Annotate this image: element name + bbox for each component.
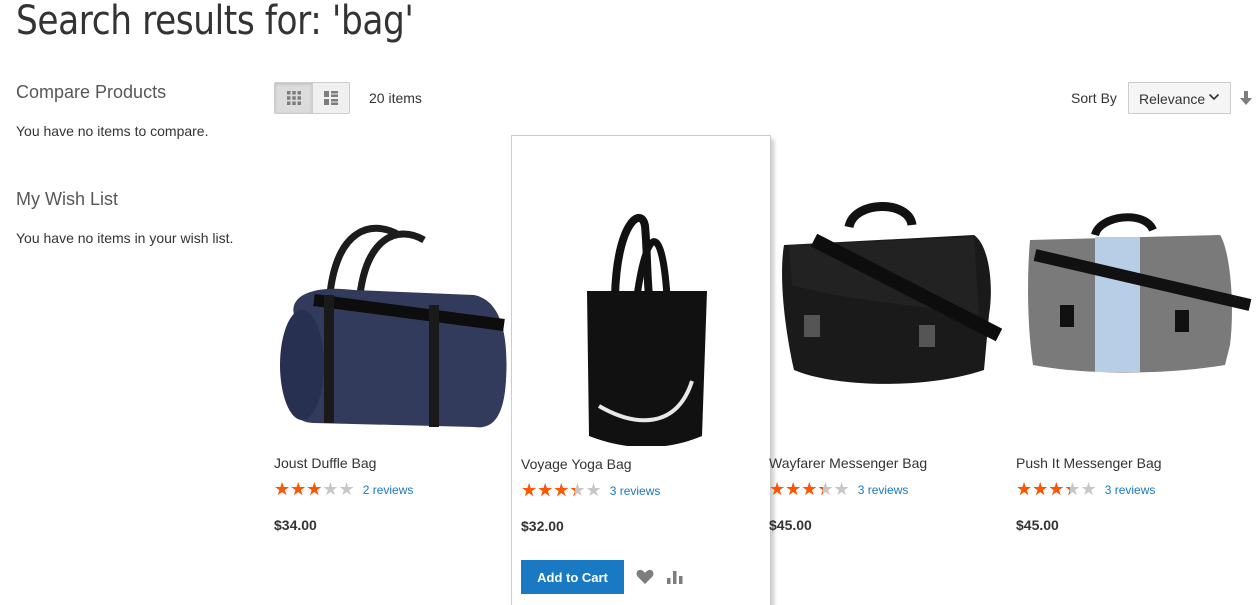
product-name[interactable]: Wayfarer Messenger Bag <box>769 455 927 471</box>
page-title: Search results for: 'bag' <box>16 0 414 44</box>
product-rating: ★★★★★★★★★★ 3 reviews <box>769 481 908 499</box>
rating-stars: ★★★★★★★★★★ <box>1016 479 1097 500</box>
add-to-wishlist-button[interactable] <box>636 569 654 585</box>
sort-by-value: Relevance <box>1139 91 1206 107</box>
product-item: Voyage Yoga Bag ★★★★★★★★★★ 3 reviews $32… <box>511 135 771 605</box>
list-icon <box>324 91 338 105</box>
compare-products-title: Compare Products <box>16 82 167 102</box>
product-price: $45.00 <box>1016 517 1059 533</box>
product-name[interactable]: Joust Duffle Bag <box>274 455 376 471</box>
toolbar-amount: 20 items <box>369 90 422 106</box>
compare-chart-icon <box>667 571 683 584</box>
reviews-link[interactable]: 3 reviews <box>610 484 661 498</box>
product-price: $45.00 <box>769 517 812 533</box>
add-to-cart-button[interactable]: Add to Cart <box>521 560 624 594</box>
view-mode-switcher <box>274 82 350 114</box>
product-actions: Add to Cart <box>521 560 684 594</box>
wishlist-title: My Wish List <box>16 189 119 209</box>
product-image[interactable] <box>274 165 524 445</box>
grid-view-button[interactable] <box>275 83 312 113</box>
product-rating: ★★★★★★★★★★ 3 reviews <box>521 482 660 500</box>
heart-icon <box>636 569 654 584</box>
product-image[interactable] <box>1025 165 1259 445</box>
sort-direction-button[interactable] <box>1240 90 1252 111</box>
product-image[interactable] <box>517 166 767 446</box>
reviews-link[interactable]: 3 reviews <box>858 483 909 497</box>
sort-by-label: Sort By <box>1071 90 1117 106</box>
list-view-button[interactable] <box>312 83 349 113</box>
product-image[interactable] <box>774 165 1009 445</box>
compare-empty-message: You have no items to compare. <box>16 123 209 139</box>
add-to-compare-button[interactable] <box>666 569 684 585</box>
sort-by-select[interactable]: Relevance <box>1128 82 1231 114</box>
product-item: Wayfarer Messenger Bag ★★★★★★★★★★ 3 revi… <box>769 135 1029 605</box>
product-name[interactable]: Push It Messenger Bag <box>1016 455 1162 471</box>
rating-stars: ★★★★★★★★★★ <box>769 479 850 500</box>
product-rating: ★★★★★★★★★★ 2 reviews <box>274 481 413 499</box>
product-item: Push It Messenger Bag ★★★★★★★★★★ 3 revie… <box>1016 135 1259 605</box>
product-rating: ★★★★★★★★★★ 3 reviews <box>1016 481 1155 499</box>
rating-stars: ★★★★★★★★★★ <box>274 479 355 500</box>
rating-stars: ★★★★★★★★★★ <box>521 480 602 501</box>
wishlist-empty-message: You have no items in your wish list. <box>16 230 234 246</box>
reviews-link[interactable]: 2 reviews <box>363 483 414 497</box>
product-item: Joust Duffle Bag ★★★★★★★★★★ 2 reviews $3… <box>274 135 534 605</box>
toolbar: 20 items Sort By Relevance <box>274 82 1259 114</box>
grid-icon <box>286 91 301 105</box>
arrow-down-icon <box>1240 91 1252 105</box>
product-name[interactable]: Voyage Yoga Bag <box>521 456 632 472</box>
product-price: $32.00 <box>521 518 564 534</box>
reviews-link[interactable]: 3 reviews <box>1105 483 1156 497</box>
sidebar: Compare Products You have no items to co… <box>16 82 256 296</box>
chevron-down-icon <box>1208 90 1220 107</box>
product-price: $34.00 <box>274 517 317 533</box>
